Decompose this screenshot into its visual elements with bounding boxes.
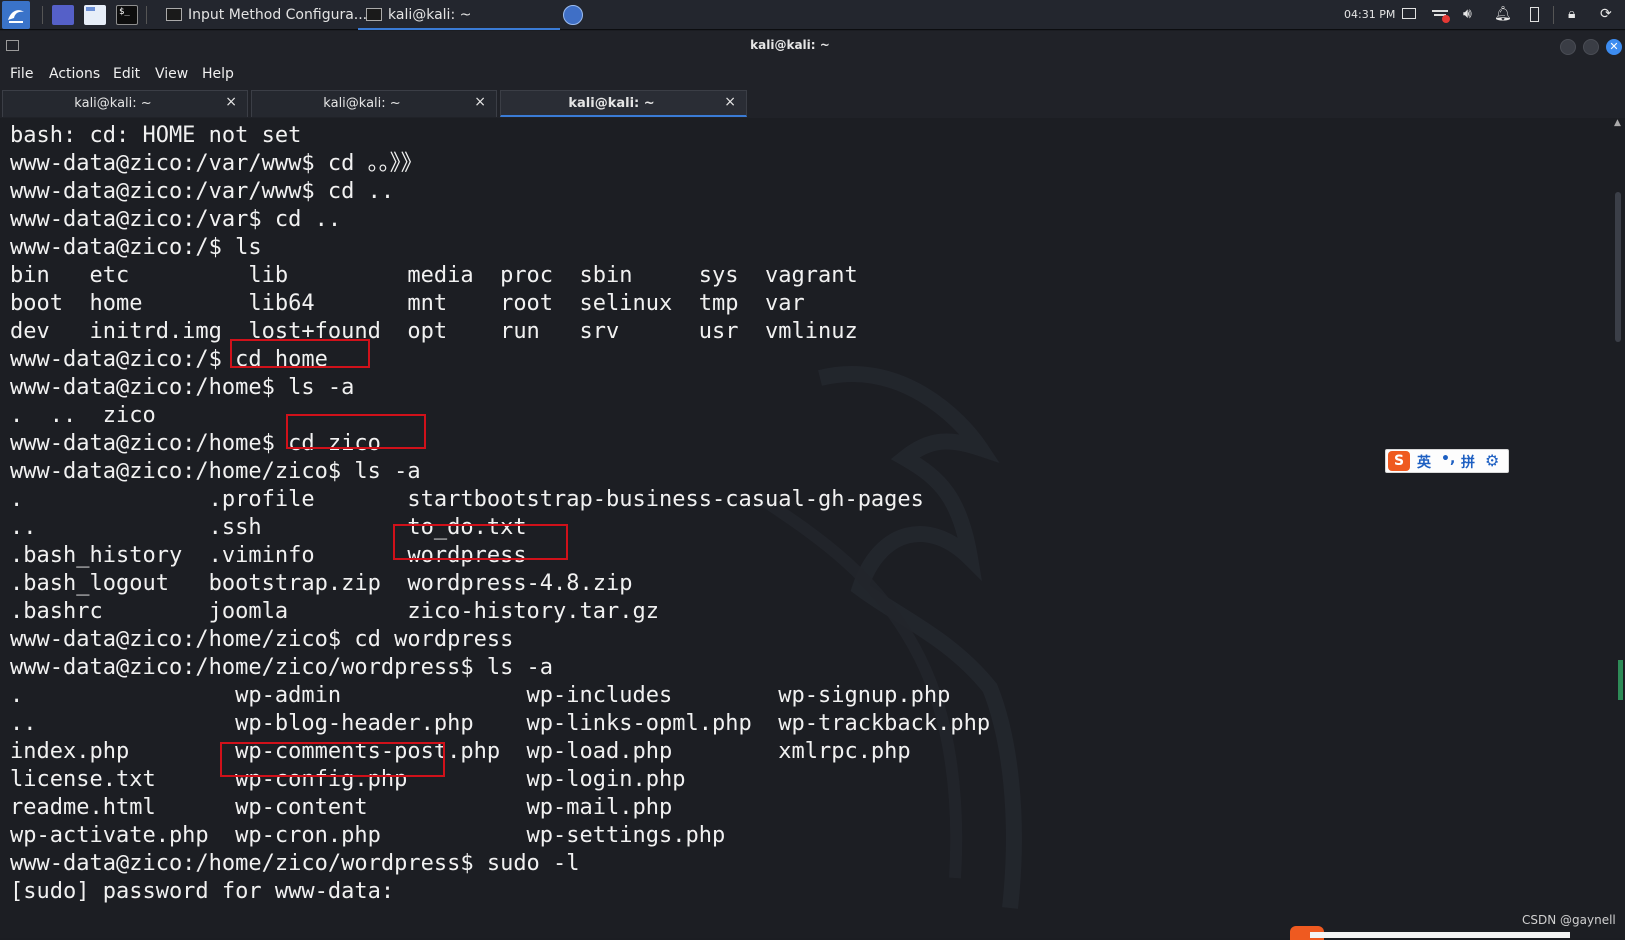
terminal-scrollbar[interactable]: ▲ <box>1612 118 1625 938</box>
highlight-box-wordpress <box>393 524 568 560</box>
sogou-logo-icon[interactable]: S <box>1388 451 1410 471</box>
clock[interactable]: 04:31 PM <box>1344 0 1395 30</box>
panel-separator <box>1553 6 1554 24</box>
top-panel: Input Method Configura... kali@kali: ~ 0… <box>0 0 1625 30</box>
tab-2[interactable]: kali@kali: ~ × <box>251 90 497 117</box>
menu-view[interactable]: View <box>155 66 188 82</box>
highlight-box-wp-config <box>220 742 445 777</box>
keyboard-icon <box>166 8 182 21</box>
battery-icon[interactable] <box>1530 7 1539 22</box>
terminal-launcher-icon[interactable] <box>116 5 138 25</box>
tab-label: kali@kali: ~ <box>323 96 401 111</box>
taskbar-item-label: Input Method Configura... <box>188 7 368 23</box>
logout-icon[interactable]: ⟳ <box>1600 5 1612 23</box>
menu-help[interactable]: Help <box>202 66 234 82</box>
ime-toolbar[interactable]: S 英 •, 拼 ⚙ <box>1385 449 1509 473</box>
terminal-output[interactable]: bash: cd: HOME not set www-data@zico:/va… <box>0 118 1612 938</box>
display-icon[interactable] <box>1402 8 1416 19</box>
tab-label: kali@kali: ~ <box>74 96 152 111</box>
kali-menu-icon[interactable] <box>2 1 30 29</box>
network-icon[interactable] <box>1432 8 1450 23</box>
tab-bar: kali@kali: ~ × kali@kali: ~ × kali@kali:… <box>0 89 1625 119</box>
notifications-bell-icon[interactable]: 🔔︎ <box>1494 5 1512 23</box>
panel-separator <box>42 6 43 24</box>
tab-label: kali@kali: ~ <box>568 96 655 111</box>
ime-pinyin-toggle[interactable]: 拼 <box>1461 452 1475 472</box>
taskbar-item-label: kali@kali: ~ <box>388 7 472 23</box>
close-button[interactable]: ✕ <box>1606 39 1622 55</box>
volume-icon[interactable]: 🔊︎ <box>1463 5 1472 23</box>
scrollbar-thumb[interactable] <box>1615 192 1621 342</box>
taskbar-item-input-method[interactable]: Input Method Configura... <box>158 0 367 30</box>
taskbar-item-terminal[interactable]: kali@kali: ~ <box>358 0 560 30</box>
file-manager-icon[interactable] <box>84 5 106 25</box>
window-titlebar[interactable]: kali@kali: ~ ✕ <box>0 31 1625 62</box>
highlight-box-cd-home <box>230 339 370 368</box>
menu-file[interactable]: File <box>10 66 33 82</box>
globe-icon[interactable] <box>563 5 583 25</box>
window-title: kali@kali: ~ <box>750 38 830 52</box>
ime-punctuation-toggle[interactable]: •, <box>1441 451 1455 467</box>
terminal-icon <box>366 8 382 21</box>
terminal-text: bash: cd: HOME not set www-data@zico:/va… <box>10 123 991 904</box>
menu-bar: File Actions Edit View Help <box>0 62 1625 89</box>
csdn-watermark: CSDN @gaynell <box>1522 913 1616 927</box>
gear-icon[interactable]: ⚙ <box>1485 451 1499 470</box>
maximize-button[interactable] <box>1583 39 1599 55</box>
minimize-button[interactable] <box>1560 39 1576 55</box>
tab-close-icon[interactable]: × <box>724 94 736 110</box>
tab-close-icon[interactable]: × <box>225 94 237 110</box>
popup-edge <box>1310 932 1570 938</box>
tab-1[interactable]: kali@kali: ~ × <box>2 90 248 117</box>
scroll-up-icon[interactable]: ▲ <box>1614 118 1621 128</box>
tab-3-active[interactable]: kali@kali: ~ × <box>500 90 747 117</box>
ime-language-toggle[interactable]: 英 <box>1417 452 1431 472</box>
tab-close-icon[interactable]: × <box>474 94 486 110</box>
menu-actions[interactable]: Actions <box>49 66 100 82</box>
show-desktop-icon[interactable] <box>52 5 74 25</box>
side-indicator <box>1618 660 1623 700</box>
menu-edit[interactable]: Edit <box>113 66 140 82</box>
highlight-box-cd-zico <box>286 414 426 449</box>
panel-separator <box>146 6 147 24</box>
lock-screen-icon[interactable]: 🔒︎ <box>1568 5 1575 23</box>
